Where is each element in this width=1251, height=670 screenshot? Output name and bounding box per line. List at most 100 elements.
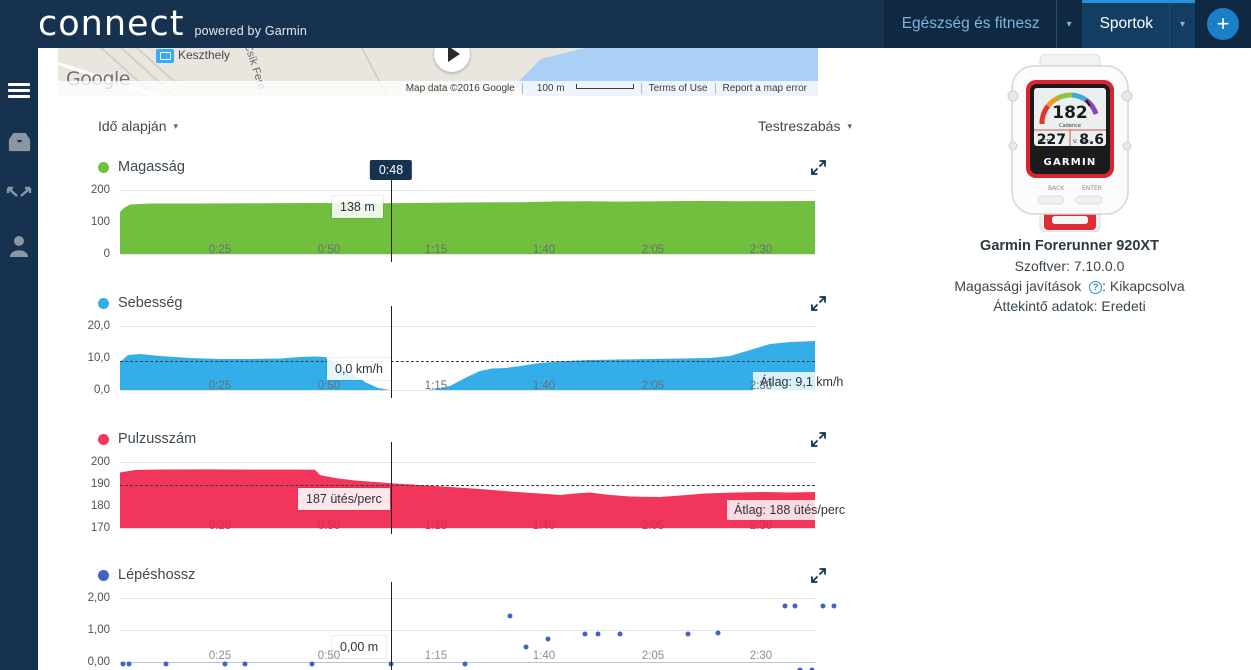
chevron-down-icon-sports[interactable]: ▾: [1169, 0, 1195, 48]
time-basis-dropdown[interactable]: Idő alapján ▾: [98, 118, 178, 134]
watch-brand: GARMIN: [1044, 157, 1097, 168]
expand-icon[interactable]: [811, 159, 826, 175]
legend-dot-speed: [98, 297, 109, 309]
chart-stride-length-plot-area[interactable]: 2,00 1,00 0,00 0,00 m 0:25 0:50 1:15 1:4…: [58, 582, 848, 670]
watch-cadence-label: Cadence: [1059, 123, 1081, 129]
scatter-point: [792, 603, 798, 609]
chart-stride-length-canvas[interactable]: 0,00 m: [120, 582, 837, 670]
chart-cursor-line: [391, 582, 392, 670]
chart-speed-title: Sebesség: [98, 295, 183, 311]
chart-cursor-line: [391, 170, 392, 262]
chart-speed-header: Sebesség: [58, 288, 848, 318]
scatter-point: [163, 661, 169, 667]
scatter-point: [242, 661, 248, 667]
device-elevation-correction: Magassági javítások ?: Kikapcsolva: [888, 278, 1251, 294]
chart-speed-value-tooltip: 0,0 km/h: [327, 358, 391, 380]
y-tick: 2,00: [87, 592, 110, 604]
chart-heart-rate-average-tooltip: Átlag: 188 ütés/perc: [727, 500, 853, 520]
scatter-point: [831, 603, 837, 609]
profile-icon[interactable]: [9, 235, 29, 257]
y-tick: 10,0: [87, 352, 110, 364]
y-tick: 0,0: [94, 384, 110, 396]
chart-elevation-value-tooltip: 138 m: [332, 196, 383, 218]
activity-map[interactable]: Keszthely Csík Fere Google Map data ©201…: [58, 48, 818, 96]
top-header-bar: connect powered by Garmin Egészség és fi…: [0, 0, 1251, 48]
chart-stride-length-value-tooltip: 0,00 m: [332, 636, 387, 658]
tab-sports[interactable]: Sportok ▾: [1081, 0, 1196, 48]
chevron-down-icon-health[interactable]: ▾: [1055, 0, 1082, 48]
chart-cursor-line: [391, 306, 392, 398]
chart-speed-canvas[interactable]: 0,0 km/h Átlag: 9,1 km/h: [120, 306, 851, 398]
scatter-point: [782, 603, 788, 609]
chart-controls-row: Idő alapján ▾ Testreszabás ▾: [58, 118, 852, 134]
elevation-correction-value: : Kikapcsolva: [1102, 278, 1185, 294]
scatter-point: [595, 631, 601, 637]
scatter-point: [685, 631, 691, 637]
chart-heart-rate-canvas[interactable]: 187 ütés/perc Átlag: 188 ütés/perc: [120, 442, 853, 534]
sidebar-item-inbox[interactable]: [0, 116, 38, 168]
chart-heart-rate-value-tooltip: 187 ütés/perc: [298, 488, 390, 510]
chart-stride-length: Lépéshossz 2,00 1,00 0,00 0,00 m 0:25 0:…: [58, 560, 848, 670]
device-info-panel: 182 Cadence GCT 227 V. Osc 8.6 GARMIN BA…: [888, 48, 1251, 670]
expand-icon[interactable]: [811, 567, 826, 583]
chart-stride-length-label: Lépéshossz: [118, 567, 196, 583]
customize-dropdown[interactable]: Testreszabás ▾: [758, 118, 852, 134]
watch-cadence-value: 182: [1052, 103, 1088, 123]
device-software-version: Szoftver: 7.10.0.0: [1014, 258, 1125, 274]
add-button-wrap: +: [1195, 0, 1251, 48]
help-icon[interactable]: ?: [1089, 280, 1103, 294]
logo-wordmark: connect: [38, 3, 185, 44]
chart-heart-rate-plot-area[interactable]: 200 190 180 170 187 ütés/perc Átlag: 188…: [58, 442, 853, 542]
chart-speed-y-axis: 20,0 10,0 0,0: [58, 318, 116, 406]
map-marker-icon: [156, 49, 174, 63]
scatter-point: [120, 661, 126, 667]
cursor-time-badge: 0:48: [369, 160, 413, 180]
tab-health-fitness-label-wrap[interactable]: Egészség és fitnesz: [883, 0, 1056, 48]
scatter-point: [507, 613, 513, 619]
map-report-link[interactable]: Report a map error: [716, 83, 814, 94]
tab-health-fitness[interactable]: Egészség és fitnesz ▾: [883, 0, 1082, 48]
chevron-down-icon: ▾: [173, 120, 179, 131]
chart-elevation-header: Magasság: [58, 152, 848, 182]
y-tick: 0,00: [87, 656, 110, 668]
customize-label: Testreszabás: [757, 118, 841, 134]
chart-heart-rate: Pulzusszám 200 190 180 170 187 ütés/perc…: [58, 424, 853, 542]
heart-rate-area-series: [120, 469, 815, 528]
watch-enter-button-label: ENTER: [1082, 185, 1102, 192]
scatter-point: [545, 636, 551, 642]
watch-vosc-value: 8.6: [1079, 132, 1104, 148]
tab-sports-label-wrap[interactable]: Sportok: [1081, 0, 1170, 48]
scatter-point: [820, 603, 826, 609]
y-tick: 180: [90, 500, 110, 512]
chart-elevation-y-axis: 200 100 0: [58, 182, 116, 270]
watch-gct-value: 227: [1037, 132, 1066, 148]
map-terms-link[interactable]: Terms of Use: [642, 83, 715, 94]
scatter-point: [523, 644, 529, 650]
chart-speed-plot-area[interactable]: 20,0 10,0 0,0 0,0 km/h Átlag: 9,1 km/h 0…: [58, 306, 851, 406]
sidebar-item-menu[interactable]: [0, 64, 38, 116]
sidebar-item-profile[interactable]: [0, 220, 38, 272]
expand-icon[interactable]: [811, 431, 826, 447]
time-basis-label: Idő alapján: [98, 118, 167, 134]
chevron-down-icon: ▾: [847, 120, 852, 131]
map-scale-bar: [575, 84, 634, 89]
scatter-point: [126, 661, 132, 667]
add-activity-button[interactable]: +: [1207, 8, 1239, 40]
sidebar-item-connections[interactable]: [0, 168, 38, 220]
chart-elevation-canvas[interactable]: 0:48 138 m: [120, 160, 815, 262]
chart-elevation-plot-area[interactable]: 200 100 0 0:48 138 m 0:25 0:50 1:15 1:40…: [58, 160, 848, 270]
inbox-icon[interactable]: [8, 132, 31, 152]
chart-speed-average-tooltip: Átlag: 9,1 km/h: [753, 372, 851, 392]
chart-stride-length-header: Lépéshossz: [58, 560, 848, 590]
primary-nav: Egészség és fitnesz ▾ Sportok ▾ +: [883, 0, 1251, 48]
y-tick: 0: [103, 248, 110, 260]
connections-icon[interactable]: [6, 186, 32, 202]
expand-icon[interactable]: [811, 295, 826, 311]
y-tick: 1,00: [87, 624, 110, 636]
chart-speed: Sebesség 20,0 10,0 0,0 0,0 km/h Átlag: 9…: [58, 288, 851, 406]
chart-heart-rate-title: Pulzusszám: [98, 431, 196, 447]
tab-health-fitness-label: Egészség és fitnesz: [901, 15, 1040, 32]
menu-icon[interactable]: [8, 80, 30, 101]
chart-stride-length-y-axis: 2,00 1,00 0,00: [58, 590, 116, 670]
brand-logo[interactable]: connect powered by Garmin: [38, 3, 307, 44]
